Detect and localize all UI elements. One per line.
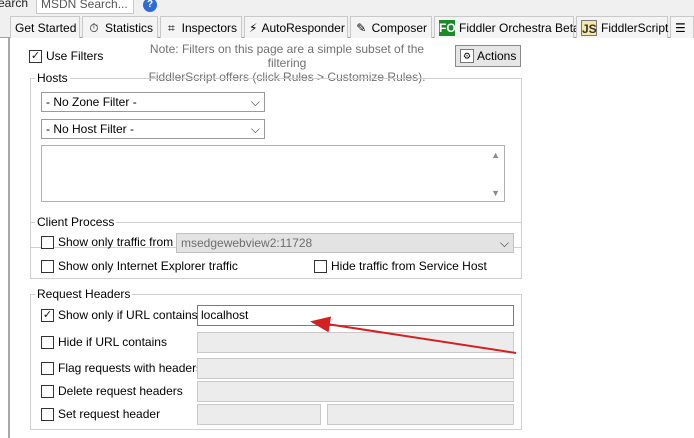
set-header-name-input[interactable] [197, 404, 321, 425]
request-headers-title: Request Headers [35, 287, 133, 301]
tab-overflow[interactable]: ☰ [670, 16, 694, 38]
process-value: msedgewebview2:11728 [181, 236, 313, 250]
tab-autoresponder[interactable]: ⚡ AutoResponder [244, 16, 348, 38]
zone-filter-value: - No Zone Filter - [46, 95, 137, 109]
filters-note-line1: Note: Filters on this page are a simple … [149, 42, 425, 70]
tab-fiddlerscript[interactable]: JS FiddlerScript [576, 16, 668, 38]
fo-badge-icon: FO [439, 19, 456, 36]
top-tab-strip: earch MSDN Search... ? [0, 0, 694, 14]
show-only-ie-checkbox[interactable] [41, 260, 54, 273]
set-header-checkbox[interactable] [41, 408, 54, 421]
tab-label: Fiddler Orchestra Beta [459, 20, 580, 35]
help-icon[interactable]: ? [143, 0, 157, 12]
hide-service-host-checkbox[interactable] [314, 260, 327, 273]
hosts-list-textarea[interactable]: ▲ ▼ [41, 145, 505, 202]
filters-panel: ✓ Use Filters Note: Filters on this page… [12, 38, 694, 438]
top-tab-fragment[interactable]: earch [0, 0, 28, 10]
flag-headers-input[interactable] [197, 358, 514, 379]
actions-label: Actions [477, 49, 517, 63]
use-filters-label: Use Filters [46, 49, 104, 63]
delete-headers-label: Delete request headers [58, 384, 183, 398]
pencil-icon: ✎ [356, 20, 367, 35]
show-only-ie-label: Show only Internet Explorer traffic [58, 259, 238, 273]
client-process-group: Client Process Show only traffic from ms… [30, 215, 522, 279]
hide-service-host-label: Hide traffic from Service Host [331, 259, 487, 273]
hide-url-label: Hide if URL contains [58, 335, 167, 349]
actions-icon: ⚙ [460, 49, 474, 63]
lightning-icon: ⚡ [249, 20, 258, 35]
js-file-icon: JS [581, 19, 597, 36]
hide-url-checkbox[interactable] [41, 336, 54, 349]
actions-button[interactable]: ⚙ Actions [455, 45, 521, 67]
scroll-down-icon[interactable]: ▼ [491, 188, 500, 198]
chevron-down-icon: ⌵ [250, 95, 260, 109]
scroll-up-icon[interactable]: ▲ [491, 150, 500, 160]
tab-label: AutoResponder [261, 20, 345, 35]
zone-filter-select[interactable]: - No Zone Filter - ⌵ [41, 92, 265, 112]
request-headers-group: Request Headers ✓ Show only if URL conta… [30, 287, 522, 430]
stopwatch-icon: ⏱ [89, 20, 99, 35]
show-only-url-checkbox[interactable]: ✓ [41, 309, 54, 322]
tab-get-started[interactable]: Get Started [10, 16, 80, 38]
flag-headers-checkbox[interactable] [41, 362, 54, 375]
flag-headers-label: Flag requests with headers [58, 361, 203, 375]
document-icon: ☰ [675, 20, 686, 35]
show-only-url-label: Show only if URL contains [58, 308, 198, 322]
tab-label: Inspectors [181, 20, 237, 35]
set-header-value-input[interactable] [327, 404, 514, 425]
inspect-icon: ⌗ [167, 20, 175, 35]
tab-inspectors[interactable]: ⌗ Inspectors [160, 16, 242, 38]
msdn-search-tab[interactable]: MSDN Search... [36, 0, 134, 14]
client-process-title: Client Process [35, 215, 117, 229]
process-select[interactable]: msedgewebview2:11728 ⌵ [176, 233, 514, 253]
tab-composer[interactable]: ✎ Composer [350, 16, 432, 38]
host-filter-select[interactable]: - No Host Filter - ⌵ [41, 119, 265, 139]
tab-label: FiddlerScript [601, 20, 669, 35]
hosts-title: Hosts [35, 71, 70, 85]
show-only-traffic-from-label: Show only traffic from [58, 235, 174, 249]
show-only-traffic-from-checkbox[interactable] [41, 236, 54, 249]
delete-headers-checkbox[interactable] [41, 385, 54, 398]
tab-bar: Get Started ⏱ Statistics ⌗ Inspectors ⚡ … [0, 14, 694, 38]
delete-headers-input[interactable] [197, 381, 514, 402]
left-splitter[interactable] [0, 38, 10, 438]
host-filter-value: - No Host Filter - [46, 122, 135, 136]
tab-fiddler-orchestra-beta[interactable]: FO Fiddler Orchestra Beta [434, 16, 580, 38]
show-only-url-input[interactable]: localhost [197, 305, 514, 326]
tab-statistics[interactable]: ⏱ Statistics [82, 16, 158, 38]
chevron-down-icon: ⌵ [499, 236, 509, 250]
set-header-label: Set request header [58, 407, 161, 421]
tab-label: Composer [371, 20, 427, 35]
tab-label: Get Started [15, 20, 77, 35]
show-only-url-value: localhost [201, 308, 249, 322]
chevron-down-icon: ⌵ [250, 122, 260, 136]
use-filters-checkbox[interactable]: ✓ [29, 50, 42, 63]
tab-label: Statistics [104, 20, 153, 35]
hide-url-input[interactable] [197, 332, 514, 353]
